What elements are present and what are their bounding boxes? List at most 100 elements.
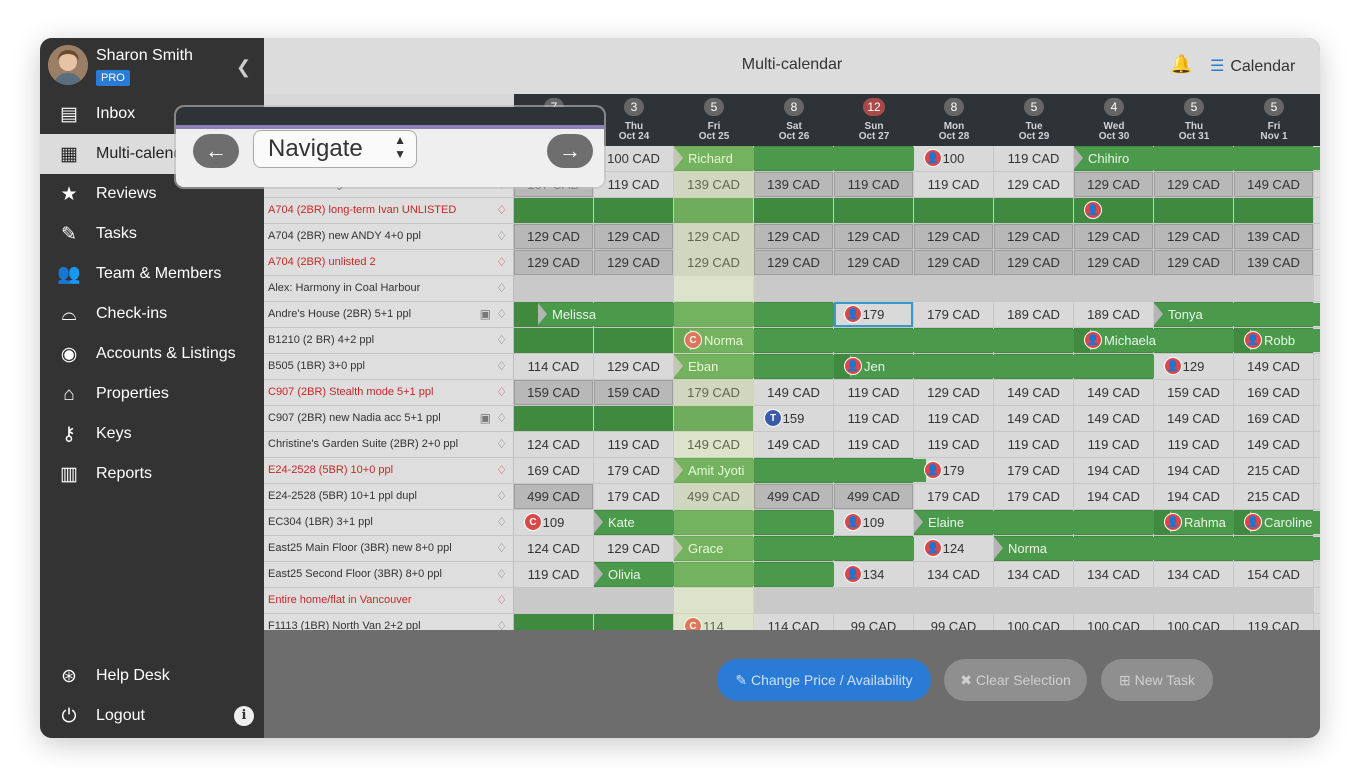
price-cell[interactable]: 149 CAD [994,406,1074,431]
price-cell[interactable] [1074,588,1154,613]
price-cell[interactable]: 119 CAD [994,146,1074,171]
listing-name[interactable]: C907 (2BR) Stealth mode 5+1 ppl ♢ [264,380,514,405]
listing-name[interactable]: B505 (1BR) 3+0 ppl ♢ [264,354,514,379]
day-column-header[interactable]: 8 Sat Oct 26 [754,94,834,146]
listing-name[interactable]: East25 Main Floor (3BR) new 8+0 ppl ♢ [264,536,514,561]
price-cell[interactable]: 499 CAD [514,484,594,509]
day-column-header[interactable]: 5 Tue Oct 29 [994,94,1074,146]
guest-avatar-icon[interactable]: 👤 [1164,357,1182,375]
price-cell[interactable] [674,406,754,431]
price-cell[interactable]: 129 CAD [1154,224,1234,249]
price-cell[interactable]: 100 CAD [1154,614,1234,630]
booking-bar[interactable]: Olivia [594,563,834,586]
price-cell[interactable]: 129 CAD [994,224,1074,249]
booking-bar[interactable]: Grace [674,537,914,560]
price-cell[interactable]: 194 CAD [1154,484,1234,509]
price-cell[interactable]: 119 CAD [834,380,914,405]
help-desk-link[interactable]: ⊛ Help Desk [40,656,264,696]
price-cell[interactable] [594,276,674,301]
price-cell[interactable]: 119 CAD [994,432,1074,457]
price-cell[interactable]: 179 CAD [914,302,994,327]
price-cell[interactable]: 149 CAD [674,432,754,457]
price-cell[interactable]: 100 CAD [994,614,1074,630]
price-cell[interactable]: 149 CAD [754,432,834,457]
price-cell[interactable]: 139 CAD [1234,250,1314,275]
price-cell[interactable]: 129 CAD [1074,172,1154,197]
sidebar-item-team-members[interactable]: 👥 Team & Members [40,254,264,294]
guest-avatar-icon[interactable]: 👤 [844,357,862,375]
sidebar-item-keys[interactable]: ⚷ Keys [40,414,264,454]
price-cell[interactable]: 119 CAD [914,406,994,431]
price-cell[interactable]: 159 CAD [594,380,674,405]
next-arrow-button[interactable]: → [547,134,593,168]
price-cell[interactable]: 149 CAD [1074,406,1154,431]
sidebar-item-reports[interactable]: ▥ Reports [40,454,264,494]
channel-badge-icon[interactable]: T [764,409,782,427]
listing-name[interactable]: E24-2528 (5BR) 10+0 ppl ♢ [264,458,514,483]
navigate-select[interactable]: Navigate ▲ ▼ [253,130,417,168]
price-cell[interactable]: 129 CAD [594,536,674,561]
price-cell[interactable] [674,198,754,223]
listing-name[interactable]: E24-2528 (5BR) 10+1 ppl dupl ♢ [264,484,514,509]
calendar-view-button[interactable]: ☰ Calendar [1210,56,1295,76]
new-task-button[interactable]: ⊞ New Task [1101,659,1213,701]
price-cell[interactable]: 149 CAD [1074,380,1154,405]
price-cell[interactable] [1154,276,1234,301]
price-cell[interactable]: 119 CAD [914,172,994,197]
price-cell[interactable] [674,276,754,301]
price-cell[interactable]: 100 CAD [594,146,674,171]
price-cell[interactable]: 149 CAD [754,380,834,405]
price-cell[interactable] [594,406,674,431]
info-icon[interactable]: i [234,706,254,726]
price-cell[interactable]: 149 CAD [1154,406,1234,431]
price-cell[interactable] [514,588,594,613]
price-cell[interactable]: 129 CAD [834,224,914,249]
price-cell[interactable]: 129 CAD [674,224,754,249]
booking-bar[interactable]: Jen [850,355,1154,378]
price-cell[interactable]: 129 CAD [1154,172,1234,197]
price-cell[interactable]: 119 CAD [1074,432,1154,457]
price-cell[interactable]: 149 CAD [994,380,1074,405]
price-cell[interactable]: 215 CAD [1234,484,1314,509]
day-column-header[interactable]: 5 Fri Nov 1 [1234,94,1314,146]
listing-name[interactable]: A704 (2BR) unlisted 2 ♢ [264,250,514,275]
price-cell[interactable]: 129 CAD [674,250,754,275]
guest-avatar-icon[interactable]: 👤 [1084,331,1102,349]
price-cell[interactable] [914,198,994,223]
guest-avatar-icon[interactable]: 👤 [924,461,942,479]
avatar[interactable] [48,45,88,85]
price-cell[interactable]: 179 CAD [594,484,674,509]
channel-badge-icon[interactable]: C [684,331,702,349]
price-cell[interactable] [754,276,834,301]
price-cell[interactable]: 179 CAD [994,458,1074,483]
price-cell[interactable]: 499 CAD [674,484,754,509]
price-cell[interactable]: 189 CAD [1074,302,1154,327]
sidebar-item-properties[interactable]: ⌂ Properties [40,374,264,414]
guest-avatar-icon[interactable]: 👤 [924,149,942,167]
guest-avatar-icon[interactable]: 👤 [1244,513,1262,531]
guest-avatar-icon[interactable]: 👤 [1084,201,1102,219]
price-cell[interactable]: 194 CAD [1074,484,1154,509]
listing-name[interactable]: C907 (2BR) new Nadia acc 5+1 ppl ♢ ▣ [264,406,514,431]
price-cell[interactable]: 129 CAD [914,224,994,249]
change-price-button[interactable]: ✎ Change Price / Availability [717,659,931,701]
price-cell[interactable] [994,198,1074,223]
price-cell[interactable]: 129 CAD [994,172,1074,197]
price-cell[interactable]: 99 CAD [914,614,994,630]
price-cell[interactable]: 129 CAD [754,250,834,275]
price-cell[interactable]: 129 CAD [594,224,674,249]
price-cell[interactable]: 119 CAD [834,406,914,431]
price-cell[interactable]: 149 CAD [1234,432,1314,457]
booking-bar[interactable]: Melissa [538,303,834,326]
price-cell[interactable] [834,198,914,223]
price-cell[interactable]: 119 CAD [1234,614,1314,630]
booking-bar[interactable]: Elaine [914,511,1154,534]
price-cell[interactable]: 134 CAD [1154,562,1234,587]
price-cell[interactable]: 129 CAD [1074,250,1154,275]
day-column-header[interactable]: 4 Wed Oct 30 [1074,94,1154,146]
price-cell[interactable]: 114 CAD [514,354,594,379]
price-cell[interactable]: 134 CAD [1074,562,1154,587]
price-cell[interactable]: 169 CAD [514,458,594,483]
price-cell[interactable]: 134 CAD [914,562,994,587]
price-cell[interactable]: 119 CAD [834,172,914,197]
